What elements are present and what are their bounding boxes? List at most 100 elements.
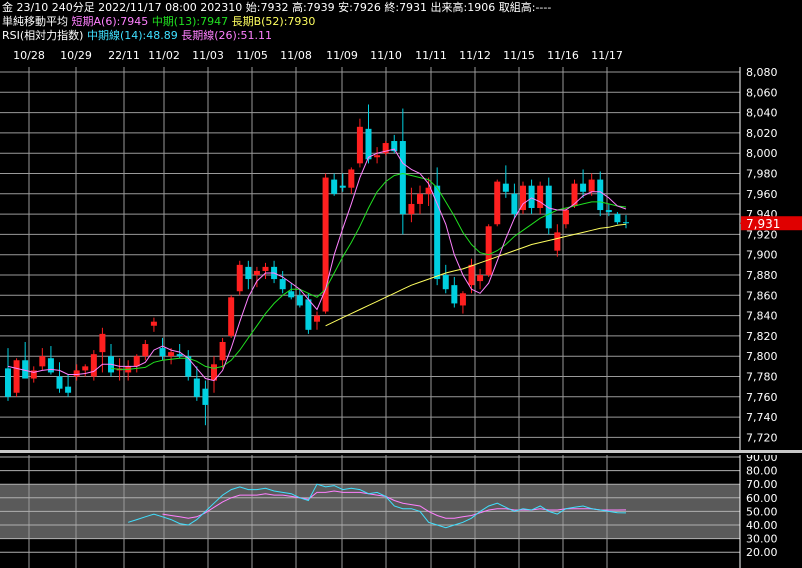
- rsi-chart: 90.0080.0070.0060.0050.0040.0030.0020.00: [0, 455, 778, 568]
- candle-body: [159, 348, 166, 357]
- price-tick-label: 7,840: [746, 310, 778, 323]
- candle-body: [502, 183, 509, 192]
- date-label: 11/08: [280, 49, 312, 62]
- candle-body: [13, 360, 20, 393]
- date-label: 11/12: [459, 49, 491, 62]
- candle-body: [597, 179, 604, 211]
- candle-body: [468, 264, 475, 286]
- date-label: 11/16: [547, 49, 579, 62]
- candle-body: [176, 354, 183, 357]
- rsi-long-label: 長期線(26):51.11: [181, 29, 273, 42]
- price-tick-label: 8,080: [746, 67, 778, 79]
- rsi-tick-label: 80.00: [746, 465, 778, 478]
- candle-body: [279, 279, 286, 290]
- panel-separator: [0, 450, 802, 453]
- candle-body: [236, 264, 243, 292]
- date-axis: 10/28 10/29 22/11 11/02 11/03 11/05 11/08 11/09…: [0, 45, 740, 67]
- candle-body: [73, 370, 80, 377]
- candle-body: [228, 297, 235, 336]
- candle-body: [99, 333, 106, 353]
- price-tick-label: 7,960: [746, 188, 778, 201]
- rsi-tick-label: 50.00: [746, 505, 778, 518]
- ma-mid-label: 中期(13):7947: [151, 15, 229, 28]
- candle-body: [314, 315, 320, 322]
- candle-body: [374, 155, 381, 158]
- price-tick-label: 8,000: [746, 147, 778, 160]
- chart-header-rsi: RSI(相対力指数) 中期線(14):48.89 長期線(26):51.11: [2, 28, 272, 43]
- candle-body: [39, 356, 46, 367]
- date-label: 11/05: [236, 49, 268, 62]
- candle-body: [133, 356, 140, 367]
- candle-body: [417, 193, 423, 204]
- candle-body: [356, 126, 363, 164]
- rsi-mid-label: 中期線(14):48.89: [86, 29, 178, 42]
- price-chart: 8,0608,0408,0208,0007,9807,9607,9407,920…: [0, 67, 802, 453]
- price-tick-label: 7,980: [746, 168, 778, 181]
- price-tick-label: 7,760: [746, 391, 778, 404]
- candle-body: [365, 128, 372, 160]
- ma-title: 単純移動平均: [2, 15, 68, 28]
- candle-body: [150, 321, 157, 326]
- candle-body: [90, 354, 97, 377]
- candle-body: [605, 210, 612, 213]
- price-tick-label: 7,860: [746, 289, 778, 302]
- candle-body: [253, 270, 260, 275]
- rsi-tick-label: 90.00: [746, 455, 778, 464]
- candle-body: [528, 185, 535, 209]
- candle-body: [331, 179, 338, 194]
- candle-body: [451, 285, 458, 304]
- price-tick-label: 7,780: [746, 371, 778, 384]
- candle-body: [262, 266, 269, 271]
- candle-body: [202, 388, 209, 405]
- candle-body: [56, 376, 63, 389]
- chart-header-ohlc: 金 23/10 240分足 2022/11/17 08:00 202310 始:…: [2, 0, 551, 15]
- candle-body: [623, 222, 629, 224]
- candle-body: [485, 226, 492, 275]
- candle-body: [305, 299, 312, 330]
- date-label: 10/28: [13, 49, 45, 62]
- price-tick-label: 7,740: [746, 411, 778, 424]
- candle-body: [339, 185, 346, 188]
- date-label: 11/02: [148, 49, 180, 62]
- current-price-label: 7,931: [746, 217, 780, 231]
- price-tick-label: 7,880: [746, 269, 778, 282]
- rsi-title: RSI(相対力指数): [2, 29, 84, 42]
- candle-body: [614, 214, 621, 223]
- rsi-tick-label: 20.00: [746, 546, 778, 559]
- ohlc-text: 金 23/10 240分足 2022/11/17 08:00 202310 始:…: [2, 1, 552, 14]
- chart-header-ma: 単純移動平均 短期A(6):7945 中期(13):7947 長期B(52):7…: [2, 14, 315, 29]
- candle-body: [82, 366, 89, 371]
- candle-body: [554, 232, 561, 251]
- candle-body: [47, 358, 54, 373]
- candle-body: [537, 185, 544, 209]
- price-tick-label: 8,040: [746, 107, 778, 120]
- candle-body: [193, 378, 200, 397]
- candle-body: [245, 266, 252, 280]
- price-tick-label: 7,720: [746, 431, 778, 444]
- candle-body: [348, 169, 355, 188]
- candle-body: [442, 275, 449, 290]
- price-tick-label: 7,820: [746, 330, 778, 343]
- candle-body: [494, 181, 501, 225]
- candle-body: [588, 179, 595, 192]
- date-label: 11/17: [591, 49, 623, 62]
- rsi-tick-label: 70.00: [746, 478, 778, 491]
- candle-body: [511, 193, 518, 215]
- price-tick-label: 7,800: [746, 350, 778, 363]
- candle-body: [408, 203, 415, 215]
- candle-body: [580, 183, 587, 192]
- candle-body: [65, 386, 72, 393]
- candle-body: [562, 210, 569, 225]
- date-label: 11/03: [192, 49, 224, 62]
- candle-body: [399, 141, 406, 215]
- candle-body: [219, 341, 226, 361]
- candle-body: [296, 295, 303, 306]
- candle-body: [142, 344, 149, 357]
- rsi-tick-label: 60.00: [746, 492, 778, 505]
- ma-short-label: 短期A(6):7945: [71, 15, 149, 28]
- price-tick-label: 8,060: [746, 86, 778, 99]
- date-label: 11/09: [326, 49, 358, 62]
- ma-long-label: 長期B(52):7930: [231, 15, 316, 28]
- candle-body: [168, 352, 175, 357]
- rsi-tick-label: 40.00: [746, 519, 778, 532]
